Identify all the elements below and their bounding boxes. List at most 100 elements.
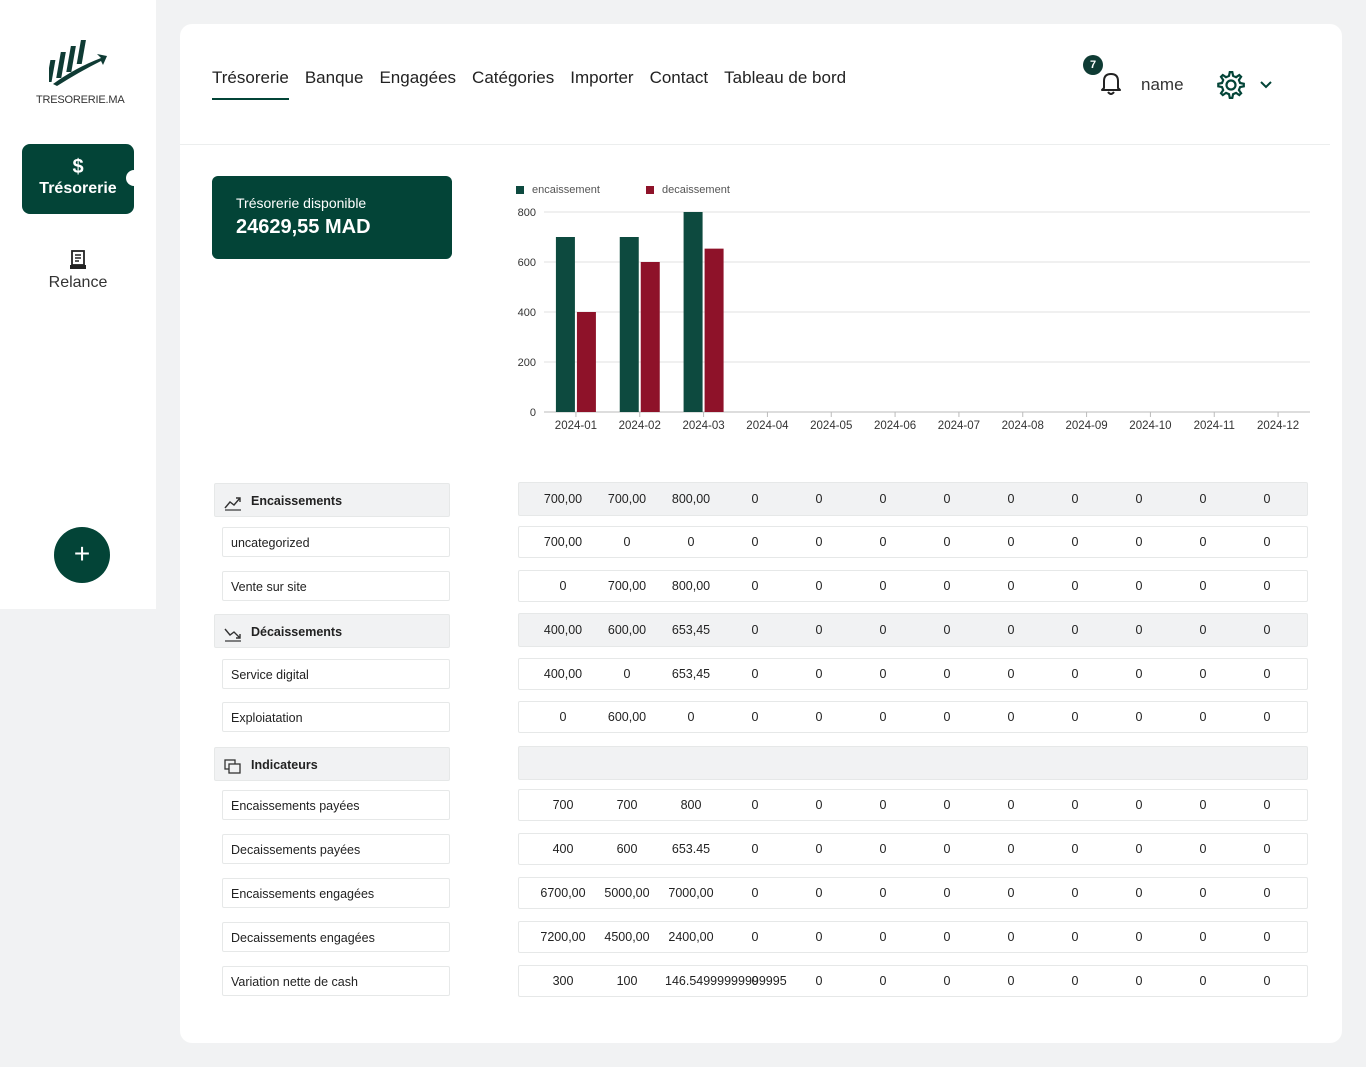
x-tick-label: 2024-02 [619,420,661,432]
table-cell: 0 [943,623,951,637]
table-cell: 0 [815,974,823,988]
table-cell: 700,00 [607,492,647,506]
legend-label: encaissement [532,184,600,196]
table-cell: 7000,00 [668,886,714,900]
table-cell: 0 [751,798,759,812]
table-cell: 146.54999999999995 [665,974,787,988]
row-label: Encaissements payées [222,790,450,820]
table-cell: 0 [879,886,887,900]
sidebar-item-tresorerie[interactable]: $ Trésorerie [22,144,142,214]
logo-icon [49,40,107,86]
table-cell: 0 [879,579,887,593]
table-cell: 0 [879,667,887,681]
table-row: 7200,00 4500,00 2400,00 0 0 0 0 0 0 0 0 0 [518,921,1308,953]
receipt-icon [22,250,134,272]
tab-categories[interactable]: Catégories [472,68,554,100]
x-tick-label: 2024-11 [1194,420,1235,432]
table-cell: 0 [751,623,759,637]
tab-tableau-de-bord[interactable]: Tableau de bord [724,68,846,100]
bar-encaissement [683,212,703,412]
row-label: Vente sur site [222,571,450,601]
table-cell: 0 [879,974,887,988]
table-cell: 0 [1135,886,1143,900]
gear-icon[interactable] [1216,70,1246,100]
balance-title: Trésorerie disponible [236,195,367,211]
notification-badge: 7 [1083,55,1103,75]
table-cell: 0 [751,492,759,506]
chevron-down-icon[interactable] [1258,76,1274,92]
main-panel: Trésorerie Banque Engagées Catégories Im… [180,24,1342,1043]
tab-engagees[interactable]: Engagées [379,68,456,100]
add-button[interactable]: + [54,527,110,583]
table-cell: 0 [879,492,887,506]
row-label-text: Vente sur site [231,580,307,594]
table-cell: 0 [1007,930,1015,944]
sidebar-item-label: Trésorerie [39,180,117,197]
table-cell: 0 [1135,798,1143,812]
sidebar: TRESORERIE.MA $ Trésorerie Relance [0,0,156,609]
table-cell: 0 [751,930,759,944]
table-cell: 0 [1263,667,1271,681]
row-label-text: Service digital [231,668,309,682]
table-cell: 400,00 [543,667,583,681]
table-cell: 0 [687,710,695,724]
sidebar-item-relance[interactable]: Relance [22,250,134,292]
table-cell: 0 [1007,535,1015,549]
table-cell: 0 [1135,710,1143,724]
table-cell: 0 [1007,492,1015,506]
table-cell: 0 [815,930,823,944]
x-tick-label: 2024-04 [746,420,789,432]
x-tick-label: 2024-08 [1002,420,1044,432]
table-cell: 0 [1199,623,1207,637]
brand-logo[interactable]: TRESORERIE.MA [36,34,125,106]
table-cell: 0 [1135,930,1143,944]
x-tick-label: 2024-03 [682,420,724,432]
section-header[interactable]: Décaissements [214,614,450,648]
table-row: 0 700,00 800,00 0 0 0 0 0 0 0 0 0 [518,570,1308,602]
section-header[interactable]: Encaissements [214,483,450,517]
table-cell: 0 [943,974,951,988]
section-header[interactable]: Indicateurs [214,747,450,781]
table-cell: 0 [623,535,631,549]
table-cell: 653.45 [671,842,711,856]
tab-contact[interactable]: Contact [650,68,709,100]
table-cell: 0 [1007,842,1015,856]
table-cell: 0 [943,710,951,724]
table-cell: 0 [943,798,951,812]
table-cell: 0 [1071,798,1079,812]
table-cell: 4500,00 [604,930,650,944]
table-cell: 0 [1263,710,1271,724]
row-label: Encaissements engagées [222,878,450,908]
table-cell: 0 [1007,623,1015,637]
table-cell: 5000,00 [604,886,650,900]
user-name[interactable]: name [1141,75,1184,95]
balance-card: Trésorerie disponible 24629,55 MAD [212,176,452,259]
table-cell: 0 [1199,798,1207,812]
table-cell: 0 [1071,623,1079,637]
table-cell: 0 [751,886,759,900]
y-tick-label: 600 [518,257,536,269]
row-label-text: Décaissements [251,625,343,639]
table-cell: 700,00 [543,535,583,549]
tab-tresorerie[interactable]: Trésorerie [212,68,289,100]
table-cell: 0 [879,842,887,856]
table-row: 6700,00 5000,00 7000,00 0 0 0 0 0 0 0 0 0 [518,877,1308,909]
table-cell: 800,00 [671,492,711,506]
table-cell: 0 [1199,710,1207,724]
tab-banque[interactable]: Banque [305,68,364,100]
table-cell: 6700,00 [540,886,586,900]
table-cell: 0 [751,974,759,988]
table-row [518,746,1308,780]
table-row: 400,00 0 653,45 0 0 0 0 0 0 0 0 0 [518,658,1308,690]
table-row: 300 100 146.54999999999995 0 0 0 0 0 0 0 0 0 [518,965,1308,997]
table-cell: 0 [1263,974,1271,988]
tab-importer[interactable]: Importer [570,68,633,100]
table-cell: 0 [879,623,887,637]
bell-icon[interactable] [1096,68,1126,98]
table-cell: 0 [751,667,759,681]
table-cell: 0 [1263,842,1271,856]
bar-decaissement [576,312,596,412]
plus-icon: + [73,538,91,569]
table-cell: 600,00 [607,710,647,724]
trending-down-icon [224,621,242,642]
